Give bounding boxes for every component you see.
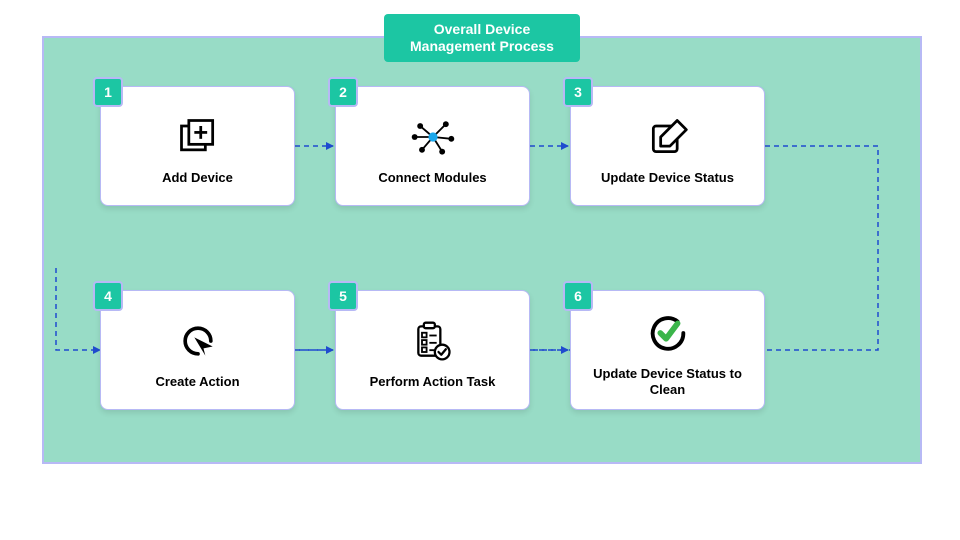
step-label: Connect Modules xyxy=(370,170,494,186)
step-badge: 4 xyxy=(93,281,123,311)
check-circle-icon xyxy=(645,310,691,356)
step-label: Create Action xyxy=(147,374,247,390)
step-card-4: 4 Create Action xyxy=(100,290,295,410)
step-label: Update Device Status xyxy=(593,170,742,186)
step-label: Add Device xyxy=(154,170,241,186)
step-label: Update Device Status to Clean xyxy=(571,366,764,399)
step-badge: 6 xyxy=(563,281,593,311)
process-canvas: Overall DeviceManagement Process 1 xyxy=(42,36,922,464)
step-badge: 2 xyxy=(328,77,358,107)
step-card-3: 3 Update Device Status xyxy=(570,86,765,206)
edit-note-icon xyxy=(645,114,691,160)
pointer-target-icon xyxy=(175,318,221,364)
step-badge: 5 xyxy=(328,281,358,311)
step-badge: 1 xyxy=(93,77,123,107)
network-icon xyxy=(410,114,456,160)
step-label: Perform Action Task xyxy=(362,374,504,390)
add-device-icon xyxy=(175,114,221,160)
diagram-title-text: Overall DeviceManagement Process xyxy=(410,21,554,56)
checklist-icon xyxy=(410,318,456,364)
step-card-5: 5 Perform Action Task xyxy=(335,290,530,410)
diagram-title: Overall DeviceManagement Process xyxy=(384,14,580,62)
step-card-2: 2 Connect Modules xyxy=(335,86,530,206)
step-card-1: 1 Add Device xyxy=(100,86,295,206)
step-card-6: 6 Update Device Status to Clean xyxy=(570,290,765,410)
step-badge: 3 xyxy=(563,77,593,107)
